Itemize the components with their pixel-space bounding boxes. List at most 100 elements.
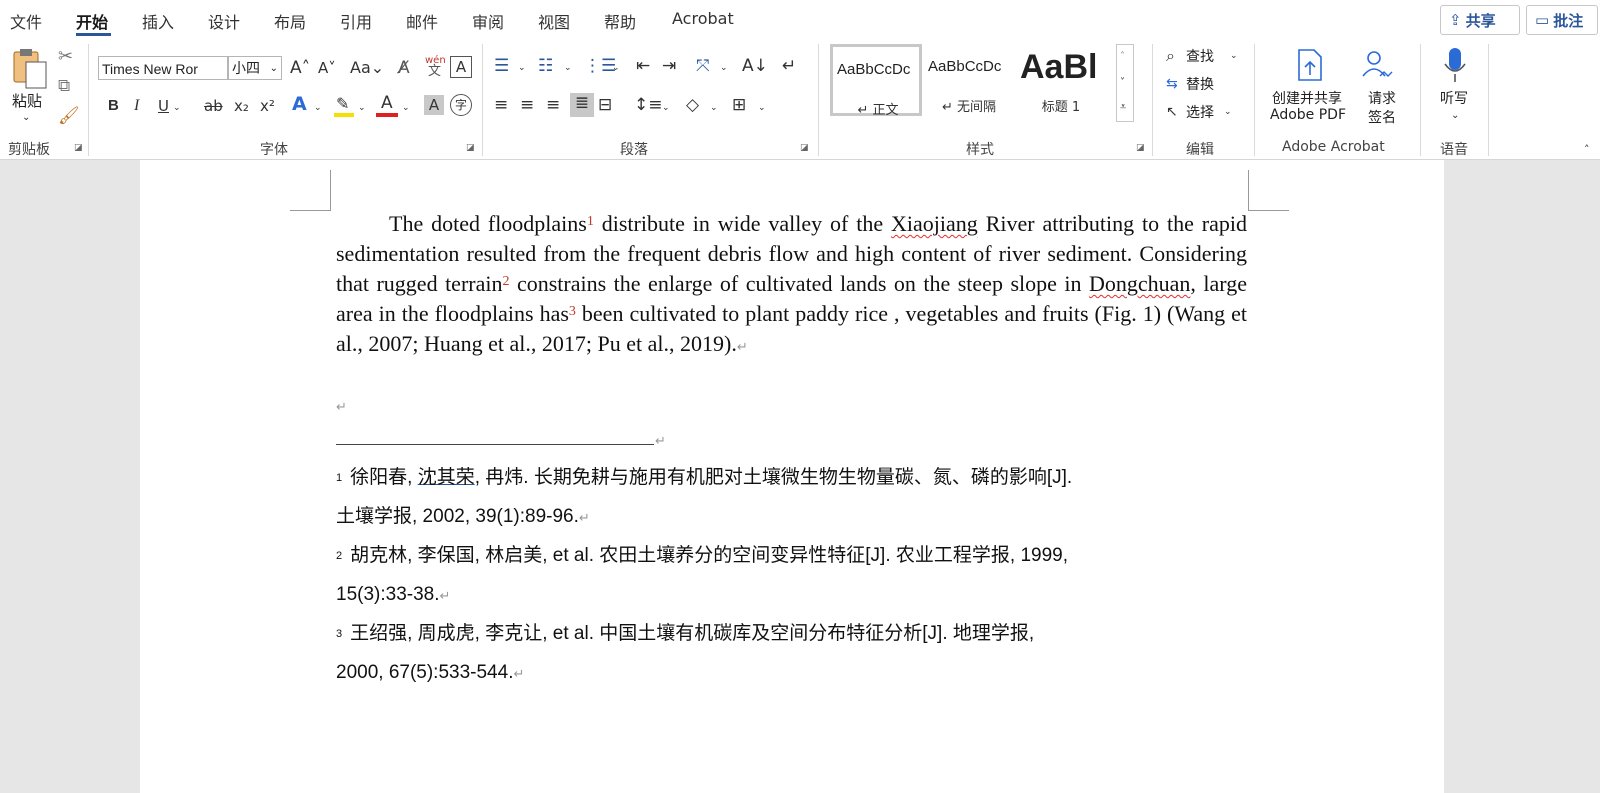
style-heading-1[interactable]: AaBl 标题 1 bbox=[1016, 44, 1108, 116]
numbering-icon[interactable]: ☷ bbox=[538, 56, 553, 76]
tab-design[interactable]: 设计 bbox=[208, 9, 240, 33]
shading-icon[interactable]: ◇ bbox=[686, 95, 699, 115]
footnote-1[interactable]: 1 徐阳春, 沈其荣, 冉炜. 长期免耕与施用有机肥对土壤微生物生物量碳、氮、磷的… bbox=[336, 466, 1246, 490]
underline-button[interactable]: U bbox=[158, 96, 169, 116]
superscript-button[interactable]: x² bbox=[260, 96, 275, 116]
strikethrough-button[interactable]: ab bbox=[204, 96, 223, 116]
decrease-indent-icon[interactable]: ⇤ bbox=[636, 56, 650, 76]
footnote-2-line2[interactable]: 15(3):33-38.↵ bbox=[336, 583, 1246, 609]
align-left-icon[interactable]: ≡ bbox=[494, 95, 508, 115]
footnote-ref[interactable]: 3 bbox=[569, 304, 576, 319]
chevron-down-icon[interactable]: ⌄ bbox=[314, 98, 322, 118]
footnote-ref[interactable]: 2 bbox=[502, 274, 509, 289]
show-marks-icon[interactable]: ↵ bbox=[782, 56, 796, 76]
paragraph-mark: ↵ bbox=[578, 511, 590, 526]
highlight-icon[interactable]: ✎ bbox=[336, 94, 349, 114]
footnote-1-line2[interactable]: 土壤学报, 2002, 39(1):89-96.↵ bbox=[336, 505, 1246, 531]
paste-icon[interactable] bbox=[12, 48, 48, 90]
tab-help[interactable]: 帮助 bbox=[604, 9, 636, 33]
ribbon: 粘贴 ⌄ ✂ ⧉ 🖌 剪贴板 ◪ Times New Ror 小四 ⌄ A˄ A˅… bbox=[0, 38, 1600, 160]
subscript-button[interactable]: x₂ bbox=[234, 96, 249, 116]
style-no-spacing[interactable]: AaBbCcDc ↵ 无间隔 bbox=[924, 44, 1016, 116]
chevron-down-icon[interactable]: ⌄ bbox=[612, 58, 620, 78]
tab-mailings[interactable]: 邮件 bbox=[406, 9, 438, 33]
chevron-down-icon[interactable]: ⌄ bbox=[518, 58, 526, 78]
font-name-box[interactable]: Times New Ror bbox=[98, 56, 228, 80]
comments-button[interactable]: ▭ 批注 bbox=[1526, 5, 1598, 35]
character-shading-icon[interactable]: A bbox=[424, 95, 444, 115]
change-case-button[interactable]: Aa⌄ bbox=[350, 58, 384, 78]
tab-insert[interactable]: 插入 bbox=[142, 9, 174, 33]
tab-view[interactable]: 视图 bbox=[538, 9, 570, 33]
bullets-icon[interactable]: ☰ bbox=[494, 56, 509, 76]
scroll-down-icon[interactable]: ˅ bbox=[1120, 73, 1125, 93]
clear-formatting-icon[interactable]: A̸ bbox=[398, 58, 410, 78]
justify-icon[interactable]: ≣ bbox=[570, 93, 594, 117]
align-right-icon[interactable]: ≡ bbox=[546, 95, 560, 115]
character-border-icon[interactable]: A bbox=[450, 56, 472, 78]
footnote-3[interactable]: 3 王绍强, 周成虎, 李克让, et al. 中国土壤有机碳库及空间分布特征分析… bbox=[336, 622, 1246, 646]
chevron-down-icon[interactable]: ⌄ bbox=[173, 98, 181, 118]
cut-icon[interactable]: ✂ bbox=[58, 47, 73, 67]
increase-indent-icon[interactable]: ⇥ bbox=[662, 56, 676, 76]
chevron-down-icon[interactable]: ⌄ bbox=[758, 98, 766, 118]
text-effects-icon[interactable]: A bbox=[292, 94, 307, 114]
enclose-characters-icon[interactable]: 字 bbox=[450, 94, 472, 116]
tab-review[interactable]: 审阅 bbox=[472, 9, 504, 33]
chevron-down-icon[interactable]: ⌄ bbox=[22, 108, 30, 128]
share-button[interactable]: ⇪ 共享 bbox=[1440, 5, 1520, 35]
tab-home[interactable]: 开始 bbox=[76, 9, 108, 33]
italic-button[interactable]: I bbox=[134, 96, 139, 116]
scroll-up-icon[interactable]: ˄ bbox=[1120, 47, 1125, 67]
voice-group-label: 语音 bbox=[1440, 142, 1468, 158]
chevron-down-icon[interactable]: ⌄ bbox=[710, 98, 718, 118]
dialog-launcher-icon[interactable]: ◪ bbox=[800, 143, 809, 153]
style-normal[interactable]: AaBbCcDc ↵ 正文 bbox=[830, 44, 922, 118]
spelling-error-word[interactable]: Dongchuan bbox=[1089, 271, 1190, 296]
font-color-icon[interactable]: A bbox=[381, 93, 393, 113]
distributed-icon[interactable]: ⊟ bbox=[598, 95, 612, 115]
footnote-ref[interactable]: 1 bbox=[587, 214, 594, 229]
style-sample: AaBbCcDc bbox=[928, 58, 1002, 75]
chevron-down-icon[interactable]: ⌄ bbox=[720, 58, 728, 78]
chevron-down-icon[interactable]: ⌄ bbox=[564, 58, 572, 78]
sort-icon[interactable]: A↓ bbox=[742, 56, 768, 76]
dialog-launcher-icon[interactable]: ◪ bbox=[74, 143, 83, 153]
footnote-text: 王绍强, 周成虎, 李克让, et al. 中国土壤有机碳库及空间分布特征分析[… bbox=[350, 623, 1035, 644]
dialog-launcher-icon[interactable]: ◪ bbox=[1136, 143, 1145, 153]
grow-font-icon[interactable]: A˄ bbox=[290, 58, 310, 78]
shrink-font-icon[interactable]: A˅ bbox=[318, 58, 336, 78]
tab-references[interactable]: 引用 bbox=[340, 9, 372, 33]
chevron-down-icon[interactable]: ⌄ bbox=[662, 98, 670, 118]
bold-button[interactable]: B bbox=[108, 96, 119, 116]
more-styles-icon[interactable]: ⩡ bbox=[1120, 97, 1126, 117]
spelling-error-word[interactable]: Xiaojiang bbox=[891, 211, 978, 236]
phonetic-guide-icon[interactable]: 文 bbox=[428, 62, 441, 82]
para-text: The doted floodplains bbox=[389, 211, 587, 236]
chevron-down-icon[interactable]: ⌄ bbox=[402, 98, 410, 118]
paragraph-mark: ↵ bbox=[439, 589, 451, 604]
dialog-launcher-icon[interactable]: ◪ bbox=[466, 143, 475, 153]
align-center-icon[interactable]: ≡ bbox=[520, 95, 534, 115]
tab-layout[interactable]: 布局 bbox=[274, 9, 306, 33]
line-spacing-icon[interactable]: ↕≡ bbox=[634, 95, 663, 115]
chevron-down-icon[interactable]: ⌄ bbox=[358, 98, 366, 118]
collapse-ribbon-icon[interactable]: ˄ bbox=[1584, 140, 1590, 160]
styles-scroll: ˄ ˅ ⩡ bbox=[1116, 44, 1134, 122]
borders-icon[interactable]: ⊞ bbox=[732, 95, 746, 115]
copy-icon[interactable]: ⧉ bbox=[58, 76, 70, 96]
format-painter-icon[interactable]: 🖌 bbox=[58, 106, 80, 126]
font-size-value: 小四 bbox=[232, 61, 260, 77]
footnote-2[interactable]: 2 胡克林, 李保国, 林启美, et al. 农田土壤养分的空间变异性特征[J]… bbox=[336, 544, 1246, 568]
sort-chinese-layout-icon[interactable]: ⤧ bbox=[696, 56, 710, 76]
comments-label: 批注 bbox=[1553, 11, 1584, 30]
tab-acrobat[interactable]: Acrobat bbox=[672, 9, 734, 28]
font-size-box[interactable]: 小四 ⌄ bbox=[228, 56, 282, 80]
tab-file[interactable]: 文件 bbox=[10, 9, 42, 33]
microphone-icon bbox=[1444, 48, 1466, 82]
body-paragraph[interactable]: The doted floodplains1 distribute in wid… bbox=[336, 209, 1247, 363]
footnote-3-line2[interactable]: 2000, 67(5):533-544.↵ bbox=[336, 661, 1246, 687]
group-divider bbox=[1420, 44, 1421, 156]
share-label: 共享 bbox=[1465, 11, 1496, 30]
comment-icon: ▭ bbox=[1535, 11, 1550, 29]
